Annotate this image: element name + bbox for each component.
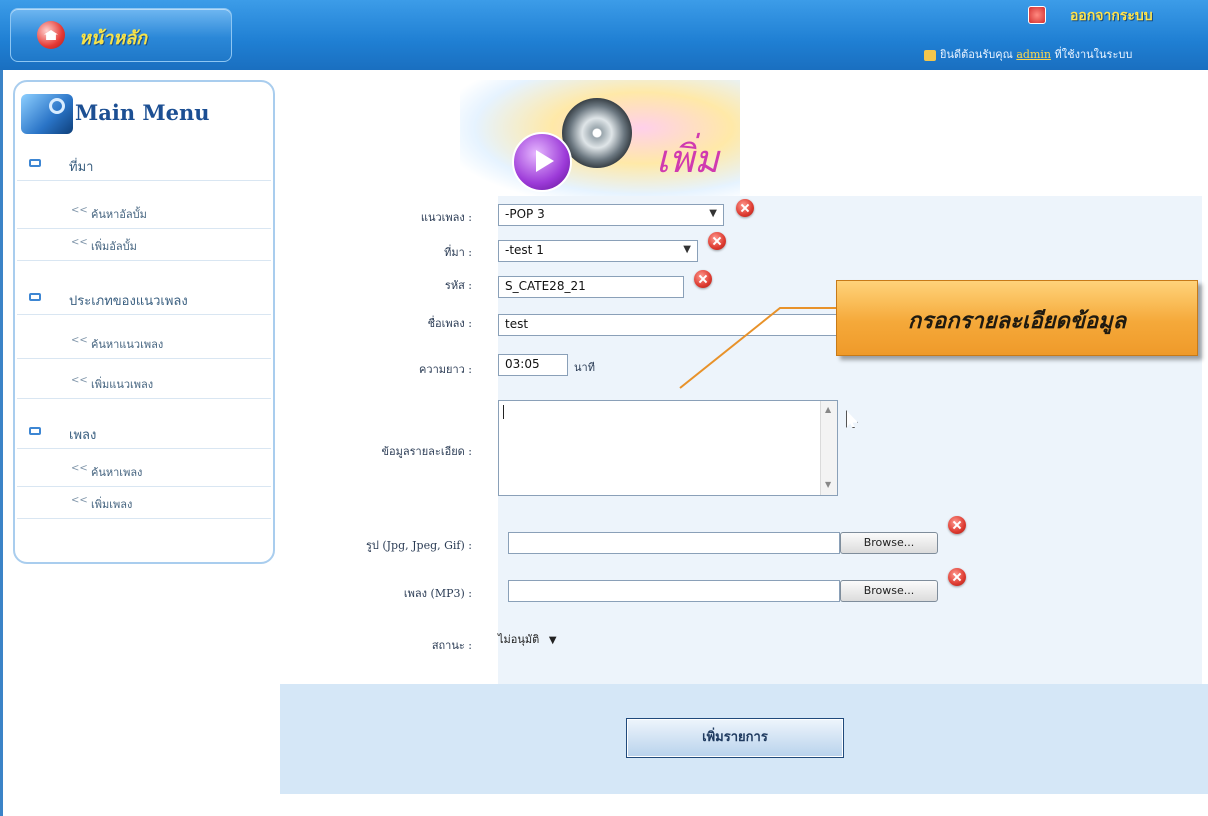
sidebar-item-add-genre[interactable]: << เพิ่มแนวเพลง bbox=[17, 366, 271, 399]
sidebar-group-label: ที่มา bbox=[69, 160, 94, 175]
source-label: ที่มา : bbox=[444, 246, 472, 259]
double-chevron-left-icon: << bbox=[71, 335, 88, 346]
delete-icon[interactable] bbox=[694, 270, 712, 288]
user-icon bbox=[924, 49, 936, 61]
page-content: Main Menu ที่มา << ค้นหาอัลบั้ม << เพิ่ม… bbox=[0, 70, 1208, 816]
image-file-input[interactable] bbox=[508, 532, 840, 554]
double-chevron-left-icon: << bbox=[71, 375, 88, 386]
film-gear-icon bbox=[21, 94, 73, 134]
sidebar-group-songs[interactable]: เพลง bbox=[17, 416, 271, 449]
double-chevron-left-icon: << bbox=[71, 495, 88, 506]
source-value: -test 1 bbox=[505, 243, 544, 257]
genre-select[interactable]: -POP 3 ▼ bbox=[498, 204, 724, 226]
sidebar-group-source[interactable]: ที่มา bbox=[17, 148, 271, 181]
song-name-value: test bbox=[505, 317, 529, 331]
code-label: รหัส : bbox=[444, 279, 472, 292]
username-link[interactable]: admin bbox=[1016, 48, 1051, 61]
dropdown-arrow-icon: ▼ bbox=[683, 244, 691, 255]
scroll-up-icon[interactable]: ▲ bbox=[825, 405, 831, 414]
delete-icon[interactable] bbox=[948, 516, 966, 534]
duration-unit: นาที bbox=[574, 361, 595, 374]
callout-text: กรอกรายละเอียดข้อมูล bbox=[907, 308, 1127, 334]
menu-header: Main Menu bbox=[21, 90, 261, 140]
song-browse-button[interactable]: Browse... bbox=[840, 580, 938, 602]
duration-label: ความยาว : bbox=[419, 363, 472, 376]
status-value: ไม่อนุมัติ bbox=[498, 633, 540, 646]
double-chevron-left-icon: << bbox=[71, 463, 88, 474]
sidebar-group-genre-type[interactable]: ประเภทของแนวเพลง bbox=[17, 282, 271, 315]
home-button[interactable]: หน้าหลัก bbox=[10, 8, 232, 62]
film-reel-icon bbox=[562, 98, 632, 168]
home-icon bbox=[37, 21, 65, 49]
sidebar-item-add-album[interactable]: << เพิ่มอัลบั้ม bbox=[17, 228, 271, 261]
sidebar-item-add-song[interactable]: << เพิ่มเพลง bbox=[17, 486, 271, 519]
form-action-bar: เพิ่มรายการ bbox=[280, 684, 1208, 794]
speech-bubble-icon bbox=[29, 159, 41, 167]
play-icon bbox=[512, 132, 572, 192]
genre-label: แนวเพลง : bbox=[420, 211, 472, 224]
sidebar-item-search-genre[interactable]: << ค้นหาแนวเพลง bbox=[17, 326, 271, 359]
song-name-label: ชื่อเพลง : bbox=[427, 317, 472, 330]
delete-icon[interactable] bbox=[948, 568, 966, 586]
code-input[interactable]: S_CATE28_21 bbox=[498, 276, 684, 298]
add-item-button[interactable]: เพิ่มรายการ bbox=[626, 718, 844, 758]
duration-input[interactable]: 03:05 bbox=[498, 354, 568, 376]
scroll-down-icon[interactable]: ▼ bbox=[825, 480, 831, 489]
song-file-input[interactable] bbox=[508, 580, 840, 602]
dropdown-arrow-icon: ▼ bbox=[709, 208, 717, 219]
code-value: S_CATE28_21 bbox=[505, 279, 586, 293]
sidebar: Main Menu ที่มา << ค้นหาอัลบั้ม << เพิ่ม… bbox=[0, 70, 283, 816]
dropdown-arrow-icon: ▼ bbox=[548, 635, 557, 646]
double-chevron-left-icon: << bbox=[71, 237, 88, 248]
page-title: เพิ่ม bbox=[656, 137, 720, 181]
status-label: สถานะ : bbox=[431, 639, 472, 652]
detail-textarea[interactable]: ▲ ▼ bbox=[498, 400, 838, 496]
sidebar-item-label: ค้นหาแนวเพลง bbox=[91, 338, 164, 351]
callout-note: กรอกรายละเอียดข้อมูล bbox=[836, 280, 1198, 356]
home-label: หน้าหลัก bbox=[79, 28, 148, 49]
status-select[interactable]: ไม่อนุมัติ ▼ bbox=[498, 630, 557, 648]
sidebar-item-label: เพิ่มเพลง bbox=[91, 498, 133, 511]
delete-icon[interactable] bbox=[708, 232, 726, 250]
power-icon[interactable] bbox=[1028, 6, 1046, 24]
delete-icon[interactable] bbox=[736, 199, 754, 217]
source-select[interactable]: -test 1 ▼ bbox=[498, 240, 698, 262]
menu-title: Main Menu bbox=[75, 100, 210, 125]
speech-bubble-icon bbox=[29, 293, 41, 301]
sidebar-group-label: เพลง bbox=[69, 428, 97, 443]
welcome-prefix: ยินดีต้อนรับคุณ bbox=[940, 48, 1013, 61]
callout-leader-line bbox=[679, 307, 840, 389]
image-browse-button[interactable]: Browse... bbox=[840, 532, 938, 554]
detail-label: ข้อมูลรายละเอียด : bbox=[381, 445, 472, 458]
page-banner: เพิ่ม bbox=[460, 80, 740, 200]
image-label: รูป (Jpg, Jpeg, Gif) : bbox=[365, 539, 472, 552]
sidebar-item-label: เพิ่มอัลบั้ม bbox=[91, 240, 137, 253]
duration-value: 03:05 bbox=[505, 357, 540, 371]
speech-bubble-icon bbox=[29, 427, 41, 435]
genre-value: -POP 3 bbox=[505, 207, 545, 221]
sidebar-item-label: ค้นหาอัลบั้ม bbox=[91, 208, 147, 221]
song-file-label: เพลง (MP3) : bbox=[403, 587, 472, 600]
logout-link[interactable]: ออกจากระบบ bbox=[1070, 5, 1153, 27]
text-caret bbox=[503, 405, 504, 419]
main-menu: Main Menu ที่มา << ค้นหาอัลบั้ม << เพิ่ม… bbox=[13, 80, 275, 564]
top-header: หน้าหลัก ออกจากระบบ ยินดีต้อนรับคุณ admi… bbox=[0, 0, 1208, 71]
sidebar-item-label: ค้นหาเพลง bbox=[91, 466, 143, 479]
welcome-message: ยินดีต้อนรับคุณ admin ที่ใช้งานในระบบ bbox=[924, 45, 1208, 63]
sidebar-group-label: ประเภทของแนวเพลง bbox=[69, 294, 188, 309]
sidebar-item-label: เพิ่มแนวเพลง bbox=[91, 378, 154, 391]
double-chevron-left-icon: << bbox=[71, 205, 88, 216]
sidebar-item-search-song[interactable]: << ค้นหาเพลง bbox=[17, 454, 271, 487]
main-panel: เพิ่ม แนวเพลง : -POP 3 ▼ ที่มา : -test 1… bbox=[280, 70, 1208, 816]
welcome-suffix: ที่ใช้งานในระบบ bbox=[1054, 48, 1133, 61]
textarea-scrollbar[interactable]: ▲ ▼ bbox=[820, 401, 837, 495]
sidebar-item-search-album[interactable]: << ค้นหาอัลบั้ม bbox=[17, 196, 271, 229]
add-song-form: แนวเพลง : -POP 3 ▼ ที่มา : -test 1 ▼ รหั… bbox=[280, 196, 1208, 684]
